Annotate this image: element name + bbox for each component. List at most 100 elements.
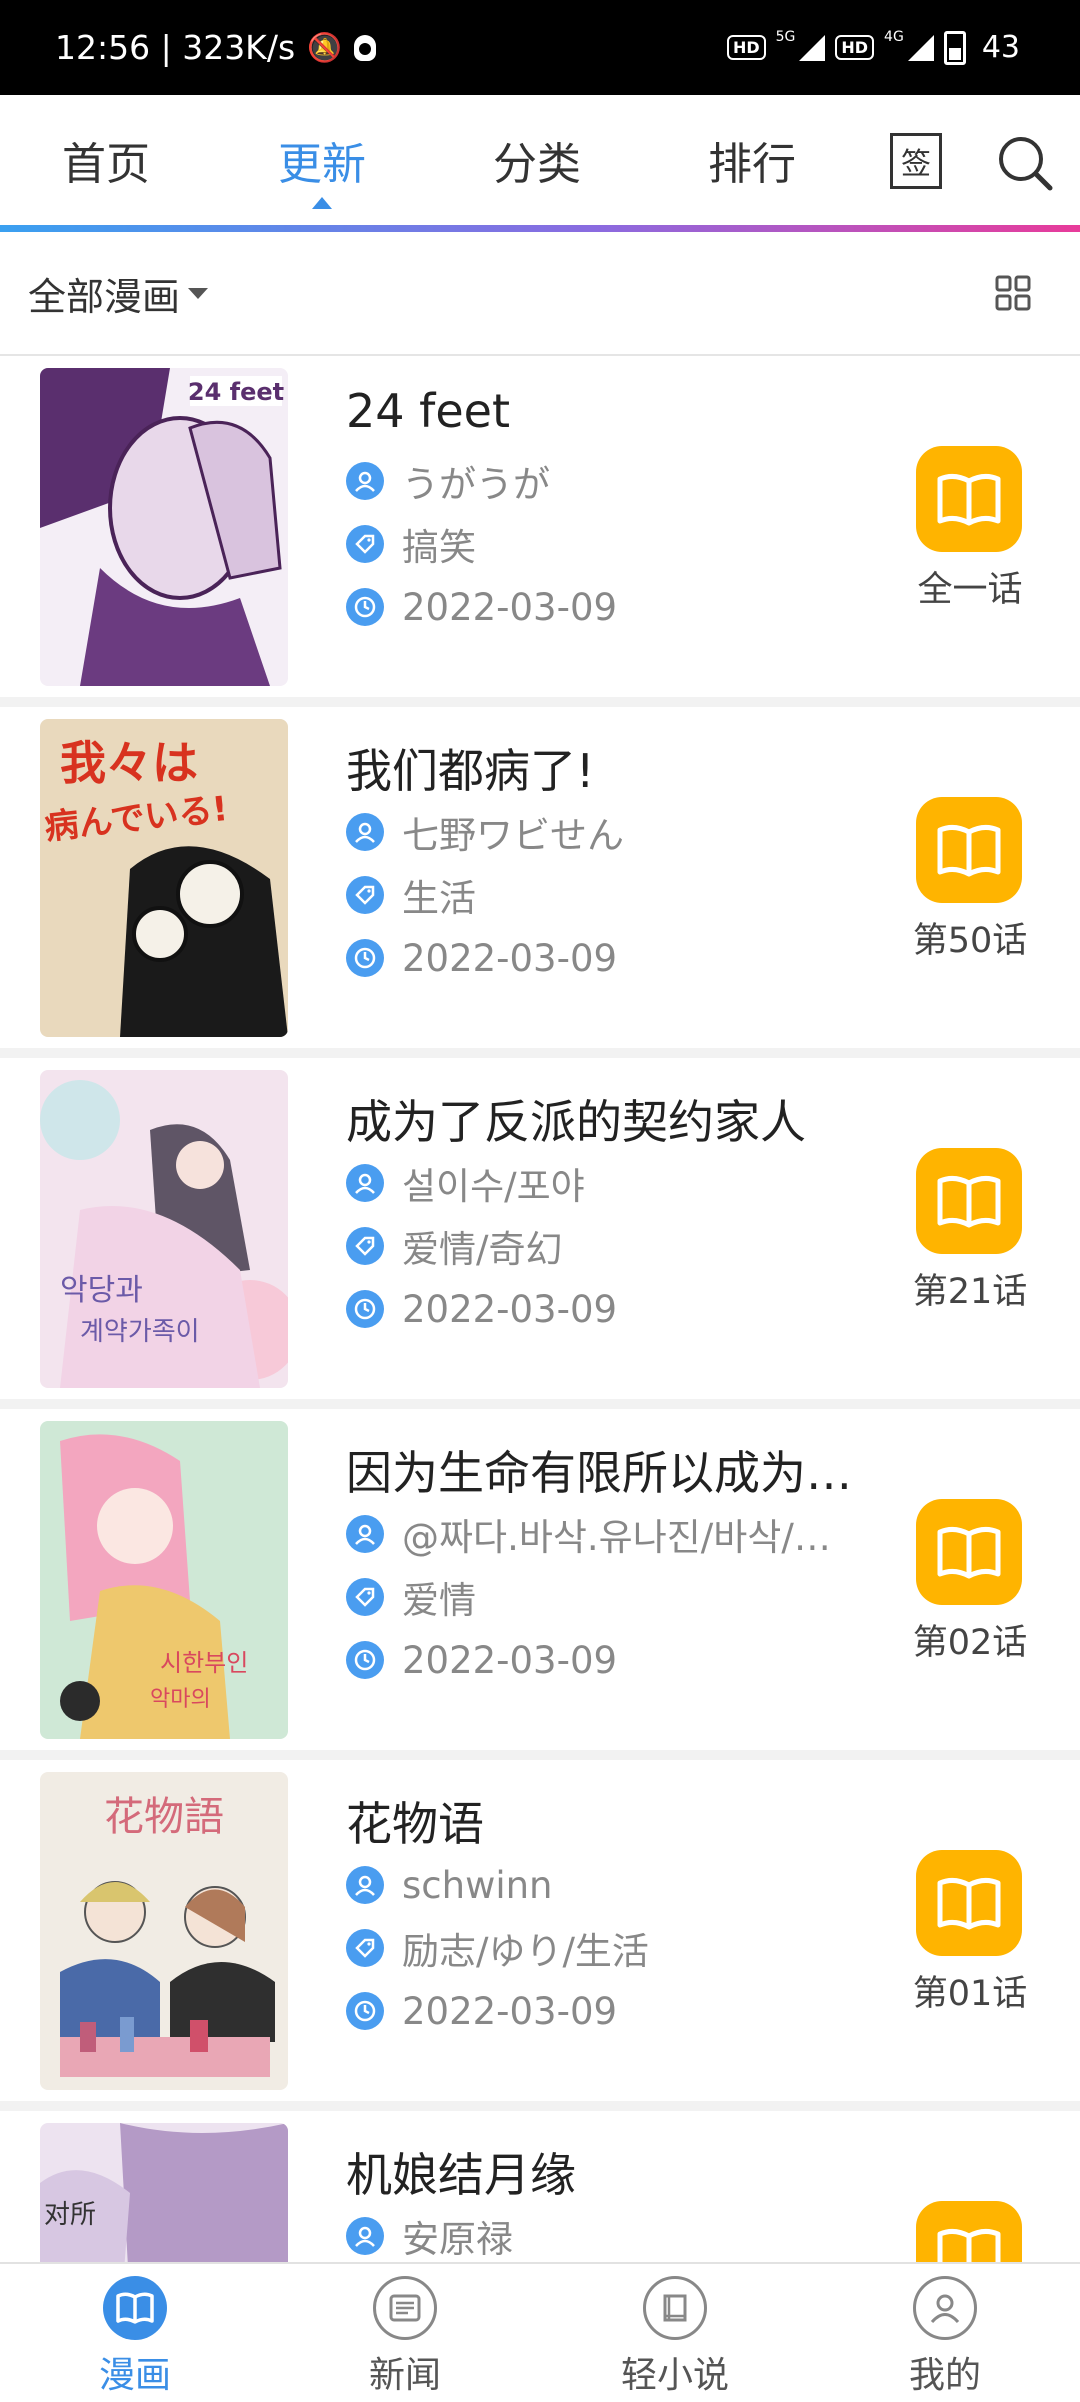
bottom-tab-profile-label: 我的 (908, 2355, 981, 2396)
comic-date: 2022-03-09 (402, 1287, 618, 1331)
tag-icon (346, 1227, 384, 1265)
comic-date-row: 2022-03-09 (346, 1635, 866, 1685)
comic-item[interactable]: 花物語 花物语 schwinn 励志/ゆり/生活 2022-03-09 第01话 (0, 1760, 1080, 2101)
comic-cover[interactable]: 花物語 (40, 1772, 288, 2090)
comic-date: 2022-03-09 (402, 585, 618, 629)
read-button[interactable] (916, 446, 1022, 552)
bottom-tab-light-novel-label: 轻小说 (620, 2355, 729, 2396)
open-book-icon (937, 2228, 1001, 2262)
network-5g-label: 5G (775, 29, 796, 45)
comic-author: 七野ワビせん (402, 814, 624, 857)
author-icon (346, 462, 384, 500)
sign-in-icon[interactable]: 签 (890, 133, 942, 189)
comic-item[interactable]: 对所 机娘结月缘 安原禄 (0, 2111, 1080, 2262)
hd-badge: HD (726, 35, 766, 60)
tab-ranking-label: 排行 (708, 139, 796, 190)
search-icon[interactable] (995, 133, 1055, 193)
comic-cover[interactable]: 我々は 病んでいる! (40, 719, 288, 1037)
bottom-tab-comics[interactable]: 漫画 (35, 2264, 235, 2402)
comic-tags-row: 爱情 (346, 1572, 866, 1622)
comic-title: 花物语 (346, 1797, 484, 1851)
read-button[interactable] (916, 1850, 1022, 1956)
comic-book-icon (103, 2276, 167, 2340)
tag-icon (346, 1929, 384, 1967)
comic-date-row: 2022-03-09 (346, 1986, 866, 2036)
latest-chapter: 第21话 (912, 1272, 1028, 1312)
comic-tags: 爱情 (402, 1579, 476, 1622)
comic-date: 2022-03-09 (402, 936, 618, 980)
nav-gradient-divider (0, 225, 1080, 232)
comic-author: うがうが (402, 463, 550, 506)
read-button[interactable] (916, 1499, 1022, 1605)
tab-updates-label: 更新 (278, 139, 366, 190)
latest-chapter: 全一话 (917, 570, 1023, 610)
comic-author-row: 七野ワビせん (346, 807, 866, 857)
comic-list[interactable]: 24 feet 24 feet うがうが 搞笑 2022-03-09 全一话 我… (0, 356, 1080, 2262)
open-book-icon (937, 473, 1001, 526)
author-icon (346, 2217, 384, 2255)
tag-icon (346, 876, 384, 914)
newspaper-icon (373, 2276, 437, 2340)
cover-title-text: 花物語 (104, 1794, 224, 1840)
svg-text:악마의: 악마의 (150, 1687, 211, 1712)
status-bar: 12:56 | 323K/s 🔕 HD 5G HD 4G 43 (0, 0, 1080, 95)
comic-item[interactable]: 我々は 病んでいる! 我们都病了! 七野ワビせん 生活 2022-03-09 第… (0, 707, 1080, 1048)
clock-icon (346, 939, 384, 977)
qq-penguin-icon (354, 34, 377, 61)
tab-categories-label: 分类 (493, 139, 581, 190)
signal-icon-2 (907, 34, 934, 61)
bottom-tab-comics-label: 漫画 (98, 2355, 171, 2396)
read-button[interactable] (916, 2201, 1022, 2262)
read-button[interactable] (916, 797, 1022, 903)
comic-item[interactable]: 24 feet 24 feet うがうが 搞笑 2022-03-09 全一话 (0, 356, 1080, 697)
cover-title-text: 24 feet (188, 378, 284, 406)
comic-item[interactable]: 시한부인 악마의 因为生命有限所以成为… @짜다.바삭.유나진/바삭/… 爱情 … (0, 1409, 1080, 1750)
user-profile-icon (913, 2276, 977, 2340)
comic-author: @짜다.바삭.유나진/바삭/… (402, 1516, 831, 1559)
signal-icon (799, 34, 826, 61)
mute-bell-icon: 🔕 (307, 31, 343, 64)
comic-author: schwinn (402, 1863, 553, 1907)
comic-tags-row: 搞笑 (346, 519, 866, 569)
svg-text:对所: 对所 (44, 2200, 96, 2230)
status-right: HD 5G HD 4G 43 (726, 0, 1020, 95)
clock-icon (346, 588, 384, 626)
comic-title: 成为了反派的契约家人 (346, 1095, 806, 1149)
tag-icon (346, 525, 384, 563)
open-book-icon (937, 1175, 1001, 1228)
bottom-tab-profile[interactable]: 我的 (845, 2264, 1045, 2402)
bottom-tab-news-label: 新闻 (368, 2355, 441, 2396)
comic-title: 机娘结月缘 (346, 2148, 576, 2202)
battery-icon (943, 30, 966, 65)
comic-cover[interactable]: 시한부인 악마의 (40, 1421, 288, 1739)
comic-tags: 搞笑 (402, 526, 476, 569)
top-nav: 首页 更新 分类 排行 签 (0, 95, 1080, 225)
comic-author-row: うがうが (346, 456, 866, 506)
comic-item[interactable]: 악당과 계약가족이 成为了反派的契约家人 설이수/포야 爱情/奇幻 2022-0… (0, 1058, 1080, 1399)
active-tab-indicator (312, 197, 332, 209)
read-button[interactable] (916, 1148, 1022, 1254)
comic-title: 因为生命有限所以成为… (346, 1446, 852, 1500)
comic-filter-dropdown[interactable]: 全部漫画 (28, 232, 209, 354)
tab-ranking[interactable]: 排行 (652, 95, 852, 225)
hd-badge-2: HD (835, 35, 875, 60)
tab-home[interactable]: 首页 (6, 95, 206, 225)
latest-chapter: 第50话 (912, 921, 1028, 961)
bottom-tab-news[interactable]: 新闻 (305, 2264, 505, 2402)
comic-author-row: @짜다.바삭.유나진/바삭/… (346, 1509, 866, 1559)
comic-cover[interactable]: 악당과 계약가족이 (40, 1070, 288, 1388)
bottom-tab-light-novel[interactable]: 轻小说 (575, 2264, 775, 2402)
comic-tags-row: 励志/ゆり/生活 (346, 1923, 866, 1973)
comic-cover[interactable]: 24 feet (40, 368, 288, 686)
comic-cover[interactable]: 对所 (40, 2123, 288, 2262)
tab-updates[interactable]: 更新 (222, 95, 422, 225)
author-icon (346, 1515, 384, 1553)
grid-view-icon[interactable] (995, 275, 1031, 311)
tab-categories[interactable]: 分类 (437, 95, 637, 225)
status-left: 12:56 | 323K/s 🔕 (55, 0, 377, 95)
comic-date: 2022-03-09 (402, 1989, 618, 2033)
battery-level: 43 (981, 30, 1020, 65)
caret-down-icon (188, 287, 209, 299)
filter-bar: 全部漫画 (0, 232, 1080, 356)
bottom-nav: 漫画 新闻 轻小说 我的 (0, 2262, 1080, 2402)
